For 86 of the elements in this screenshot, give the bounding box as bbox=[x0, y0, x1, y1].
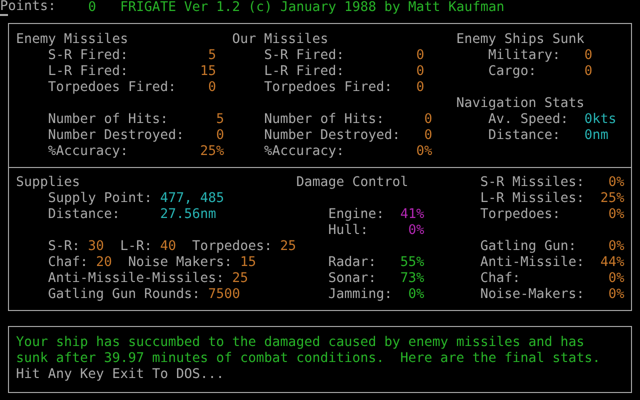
stat-value: 30 bbox=[88, 239, 104, 255]
stat-value: 0% bbox=[407, 223, 424, 239]
stat-label: Supply Point: bbox=[48, 191, 154, 207]
stat-value: 0 bbox=[415, 64, 424, 80]
stat-value: 0 bbox=[215, 128, 224, 144]
stat-label: Number Destroyed: bbox=[264, 128, 402, 144]
stat-label: S-R: bbox=[48, 239, 80, 255]
section-heading: Navigation Stats bbox=[456, 96, 586, 112]
stat-value: 25% bbox=[200, 144, 224, 160]
stat-label: Number of Hits: bbox=[264, 112, 386, 128]
stat-value: 73% bbox=[400, 271, 424, 287]
stat-label: S-R Fired: bbox=[264, 48, 346, 64]
stat-value: 0 bbox=[423, 112, 432, 128]
stat-label: Engine: bbox=[328, 207, 386, 223]
stat-label: Anti-Missile-Missiles: bbox=[48, 271, 224, 287]
stat-value: 15 bbox=[199, 64, 216, 80]
stat-label: S-R Fired: bbox=[48, 48, 130, 64]
stat-value: 0nm bbox=[584, 128, 608, 144]
stat-value: 41% bbox=[400, 207, 424, 223]
stat-value: 0% bbox=[607, 271, 624, 287]
stat-value: 0 bbox=[207, 80, 216, 96]
stat-label: Gatling Gun Rounds: bbox=[48, 287, 200, 303]
stat-value: 477, 485 bbox=[160, 191, 224, 207]
stat-value: 0 bbox=[415, 48, 424, 64]
stat-value: 15 bbox=[240, 255, 256, 271]
stat-value: 55% bbox=[400, 255, 424, 271]
section-heading: Supplies bbox=[16, 175, 82, 191]
points-value: 0 bbox=[88, 0, 96, 16]
stat-label: Noise-Makers: bbox=[480, 287, 586, 303]
stat-label: Distance: bbox=[48, 207, 122, 223]
stat-label: Jamming: bbox=[328, 287, 394, 303]
stat-label: Hull: bbox=[328, 223, 370, 239]
stat-label: %Accuracy: bbox=[48, 144, 130, 160]
stat-label: L-R Fired: bbox=[48, 64, 130, 80]
stat-label: Torpedoes: bbox=[192, 239, 272, 255]
stat-value: 27.56nm bbox=[160, 207, 216, 223]
stat-label: Radar: bbox=[328, 255, 378, 271]
stat-value: 0% bbox=[607, 207, 624, 223]
stat-label: L-R Missiles: bbox=[480, 191, 586, 207]
stat-label: Chaf: bbox=[480, 271, 522, 287]
stat-value: 40 bbox=[160, 239, 176, 255]
stat-label: L-R Fired: bbox=[264, 64, 346, 80]
stat-value: 0 bbox=[423, 128, 432, 144]
section-heading: Damage Control bbox=[296, 175, 410, 191]
stat-value: 0% bbox=[607, 239, 624, 255]
stat-value: 0% bbox=[607, 287, 624, 303]
stat-label: Noise Makers: bbox=[128, 255, 232, 271]
stat-value: 5 bbox=[215, 112, 224, 128]
stat-label: Cargo: bbox=[488, 64, 538, 80]
stat-value: 0% bbox=[415, 144, 432, 160]
stat-label: Distance: bbox=[488, 128, 562, 144]
stat-label: %Accuracy: bbox=[264, 144, 346, 160]
stat-label: Number of Hits: bbox=[48, 112, 170, 128]
stat-value: 0kts bbox=[584, 112, 616, 128]
stat-label: Gatling Gun: bbox=[480, 239, 578, 255]
stat-label: Number Destroyed: bbox=[48, 128, 186, 144]
stat-value: 25 bbox=[280, 239, 296, 255]
stat-value: 20 bbox=[96, 255, 112, 271]
stat-label: Torpedoes Fired: bbox=[264, 80, 394, 96]
stat-value: 0% bbox=[607, 175, 624, 191]
section-heading: Enemy Ships Sunk bbox=[456, 32, 586, 48]
status-message: Your ship has succumbed to the damaged caused by enemy missiles and has sunk after 39.97 minutes of combat conditions. Here are the final stats. bbox=[16, 335, 602, 367]
stat-label: L-R: bbox=[120, 239, 152, 255]
stat-value: 25 bbox=[232, 271, 248, 287]
text-cursor bbox=[0, 14, 8, 16]
stat-label: S-R Missiles: bbox=[480, 175, 586, 191]
stat-value: 5 bbox=[207, 48, 216, 64]
stat-value: 0 bbox=[584, 64, 592, 80]
stat-value: 7500 bbox=[208, 287, 240, 303]
title-text: FRIGATE Ver 1.2 (c) January 1988 by Matt Kaufman bbox=[120, 0, 504, 16]
stat-label: Torpedoes: bbox=[480, 207, 562, 223]
stat-value: 44% bbox=[600, 255, 624, 271]
stat-label: Torpedoes Fired: bbox=[48, 80, 178, 96]
stat-label: Sonar: bbox=[328, 271, 378, 287]
stat-value: 0% bbox=[407, 287, 424, 303]
stat-value: 0 bbox=[415, 80, 424, 96]
section-heading: Our Missiles bbox=[232, 32, 330, 48]
points-label: Points: bbox=[0, 0, 56, 14]
stat-label: Anti-Missile: bbox=[480, 255, 586, 271]
prompt-text: Hit Any Key Exit To DOS... bbox=[16, 367, 226, 383]
stat-value: 0 bbox=[584, 48, 592, 64]
section-heading: Enemy Missiles bbox=[16, 32, 130, 48]
stat-label: Av. Speed: bbox=[488, 112, 570, 128]
stat-label: Chaf: bbox=[48, 255, 88, 271]
stat-label: Military: bbox=[488, 48, 562, 64]
stat-value: 25% bbox=[600, 191, 624, 207]
